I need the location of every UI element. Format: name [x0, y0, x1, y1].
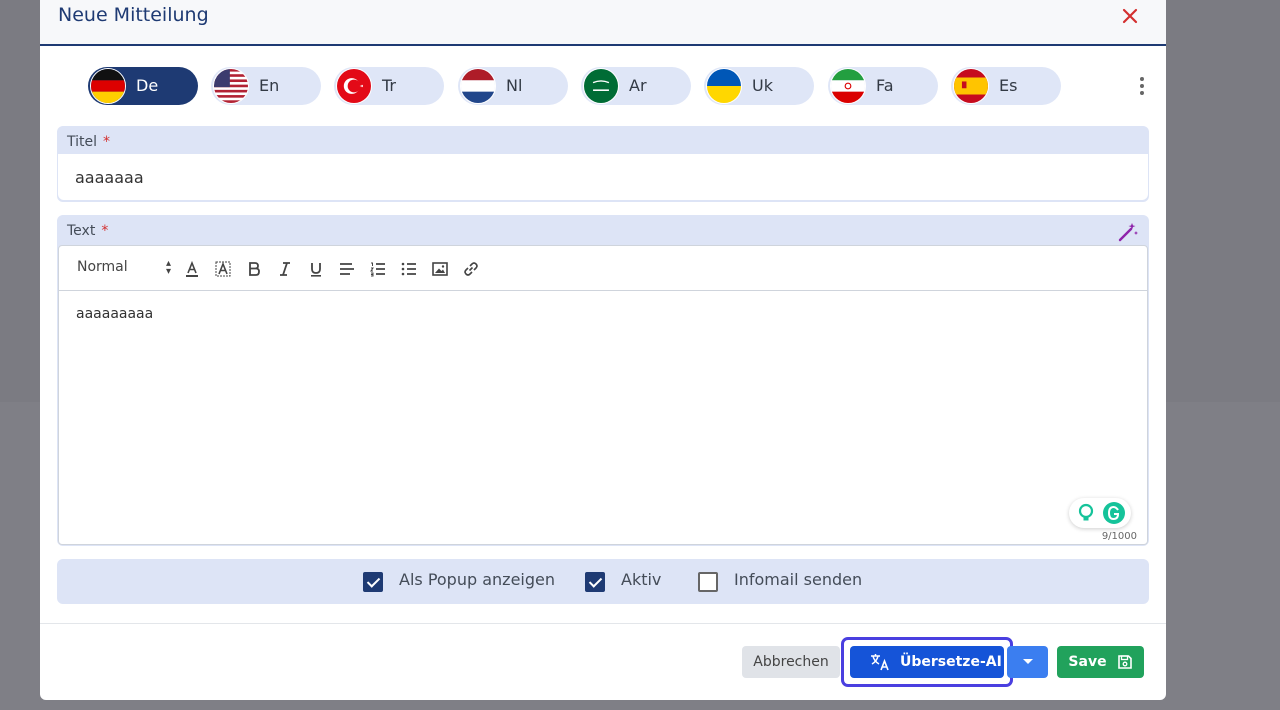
turkey-flag-icon [336, 68, 372, 104]
checkbox-checked[interactable] [363, 572, 383, 592]
insert-image-button[interactable] [429, 258, 451, 280]
translate-options-dropdown[interactable] [1007, 646, 1048, 678]
align-button[interactable] [336, 258, 358, 280]
germany-flag-icon [90, 68, 126, 104]
checkbox-checked[interactable] [585, 572, 605, 592]
text-field-group: Text * Normal ▴ ▾ aaaaaaaaa 9/1000 [57, 215, 1149, 546]
options-bar: Als Popup anzeigen Aktiv Infomail senden [57, 559, 1149, 604]
language-label: Fa [876, 76, 894, 95]
new-message-dialog: Neue Mitteilung De En Tr Nl Ar Uk Fa Es … [40, 0, 1166, 700]
usa-flag-icon [213, 68, 249, 104]
caret-down-icon [1022, 659, 1033, 664]
dialog-title: Neue Mitteilung [58, 4, 209, 26]
language-label: Ar [629, 76, 647, 95]
more-languages-button[interactable] [1132, 74, 1152, 98]
highlight-icon [215, 261, 231, 277]
floppy-disk-icon [1117, 655, 1132, 669]
tab-language-en[interactable]: En [211, 67, 321, 105]
magic-wand-icon [1118, 223, 1138, 242]
bullet-list-icon [401, 262, 416, 276]
active-label: Aktiv [621, 570, 662, 589]
italic-icon [280, 262, 290, 276]
tab-language-de[interactable]: De [88, 67, 198, 105]
format-select[interactable]: Normal ▴ ▾ [77, 259, 171, 279]
ukraine-flag-icon [706, 68, 742, 104]
infomail-label: Infomail senden [734, 570, 863, 589]
language-label: Tr [382, 76, 396, 95]
tab-language-nl[interactable]: Nl [458, 67, 568, 105]
grammarly-icon [1103, 502, 1125, 524]
character-count: 9/1000 [1101, 531, 1137, 542]
title-field-group: Titel * [57, 126, 1149, 202]
spain-flag-icon [953, 68, 989, 104]
language-label: Uk [752, 76, 773, 95]
language-label: De [136, 76, 159, 95]
save-button[interactable]: Save [1057, 646, 1144, 678]
tab-language-ar[interactable]: Ar [581, 67, 691, 105]
required-marker: * [101, 223, 109, 239]
lightbulb-icon [1078, 503, 1094, 521]
align-left-icon [340, 263, 354, 275]
title-label: Titel [67, 134, 98, 150]
checkbox-unchecked[interactable] [698, 572, 718, 592]
background-color-button[interactable] [212, 258, 234, 280]
translate-ai-button[interactable]: Übersetze-AI [850, 646, 1004, 678]
text-label: Text [67, 223, 96, 239]
ai-assist-button[interactable] [1117, 221, 1139, 243]
language-label: En [259, 76, 280, 95]
select-arrows-icon: ▴ ▾ [165, 258, 171, 277]
bold-icon [249, 262, 260, 276]
insert-link-button[interactable] [460, 258, 482, 280]
image-icon [432, 262, 448, 276]
close-button[interactable] [1118, 4, 1142, 28]
bold-button[interactable] [243, 258, 265, 280]
kebab-icon [1140, 77, 1144, 81]
bullet-list-button[interactable] [398, 258, 420, 280]
text-color-button[interactable] [181, 258, 203, 280]
close-icon [1122, 8, 1138, 24]
popup-label: Als Popup anzeigen [399, 570, 555, 589]
tab-language-es[interactable]: Es [951, 67, 1061, 105]
required-marker: * [103, 134, 111, 150]
footer-divider [40, 623, 1166, 624]
translate-label: Übersetze-AI [900, 654, 1002, 670]
italic-button[interactable] [274, 258, 296, 280]
editor-toolbar: Normal ▴ ▾ [59, 246, 1147, 291]
netherlands-flag-icon [460, 68, 496, 104]
editor-content[interactable]: aaaaaaaaa [76, 306, 153, 322]
language-label: Es [999, 76, 1018, 95]
save-label: Save [1068, 654, 1107, 670]
grammarly-widget[interactable] [1069, 498, 1131, 528]
underline-button[interactable] [305, 258, 327, 280]
tab-language-fa[interactable]: Fa [828, 67, 938, 105]
underline-icon [311, 263, 321, 277]
language-label: Nl [506, 76, 523, 95]
iran-flag-icon [830, 68, 866, 104]
cancel-button[interactable]: Abbrechen [742, 646, 840, 678]
rich-text-editor: Normal ▴ ▾ aaaaaaaaa 9/1000 [58, 245, 1148, 545]
dialog-header: Neue Mitteilung [40, 0, 1166, 46]
language-tabs: De En Tr Nl Ar Uk Fa Es [88, 66, 1144, 106]
translate-icon [871, 654, 889, 671]
tab-language-tr[interactable]: Tr [334, 67, 444, 105]
text-color-icon [186, 260, 198, 277]
title-input[interactable] [58, 154, 1148, 200]
ordered-list-icon [370, 262, 385, 277]
link-icon [464, 262, 478, 276]
tab-language-uk[interactable]: Uk [704, 67, 814, 105]
saudi-arabia-flag-icon [583, 68, 619, 104]
ordered-list-button[interactable] [367, 258, 389, 280]
